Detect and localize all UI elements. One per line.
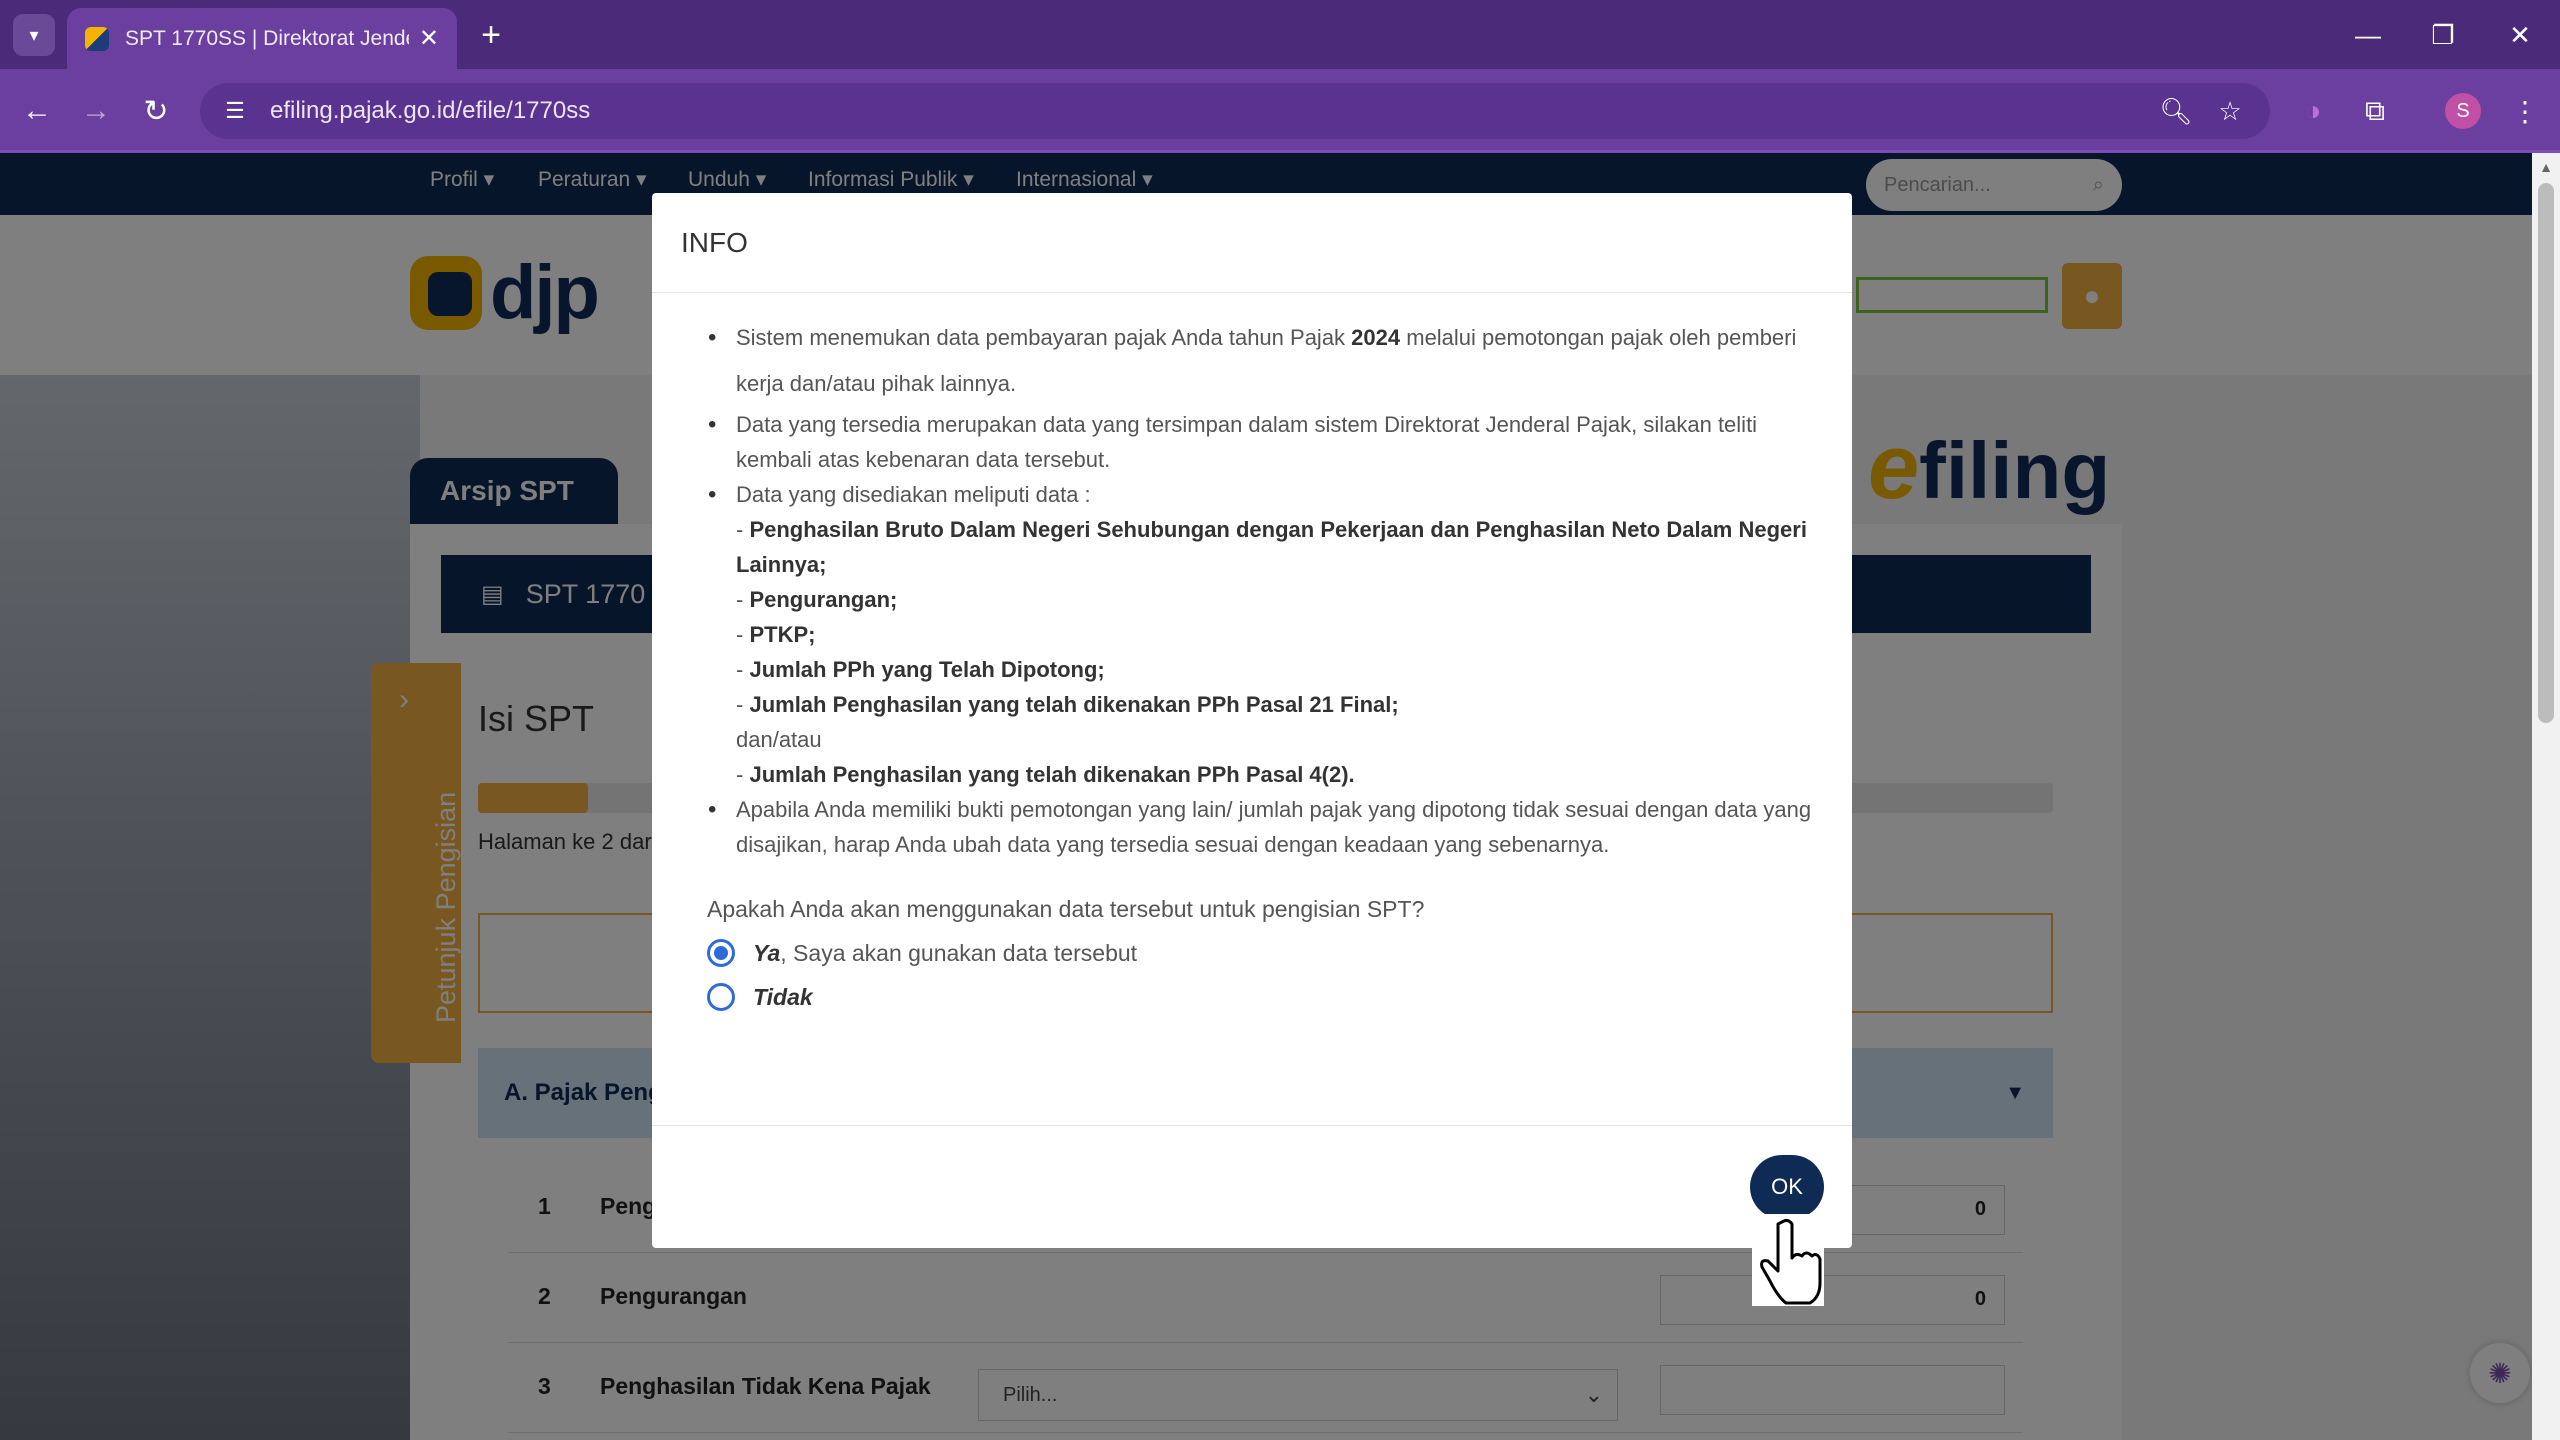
- reload-icon[interactable]: ↻: [133, 88, 179, 134]
- list-item: Data yang disediakan meliputi data : - P…: [702, 477, 1812, 792]
- ok-button[interactable]: OK: [1750, 1155, 1824, 1219]
- data-item: - Jumlah Penghasilan yang telah dikenaka…: [736, 692, 1399, 717]
- back-arrow-icon[interactable]: ←: [14, 88, 60, 134]
- browser-tab-active[interactable]: SPT 1770SS | Direktorat Jenderal ✕: [67, 8, 457, 69]
- hand-cursor-icon: [1752, 1214, 1824, 1306]
- data-item: - Penghasilan Bruto Dalam Negeri Sehubun…: [736, 517, 1807, 577]
- radio-ya[interactable]: [707, 939, 735, 967]
- browser-toolbar: ← → ↻ ☰ efiling.pajak.go.id/efile/1770ss…: [0, 69, 2560, 152]
- modal-body: Sistem menemukan data pembayaran pajak A…: [652, 293, 1852, 1011]
- info-list: Sistem menemukan data pembayaran pajak A…: [702, 315, 1812, 862]
- bullet4-text: Apabila Anda memiliki bukti pemotongan y…: [736, 797, 1812, 857]
- tab-search-chevron-icon[interactable]: ▾: [13, 14, 55, 56]
- address-bar[interactable]: ☰ efiling.pajak.go.id/efile/1770ss 🔍︎ ☆: [200, 83, 2270, 139]
- restore-icon[interactable]: ❐: [2421, 14, 2465, 56]
- new-tab-plus-icon[interactable]: +: [470, 14, 512, 56]
- modal-title: INFO: [681, 226, 748, 258]
- list-item: Data yang tersedia merupakan data yang t…: [702, 407, 1812, 477]
- data-item: - PTKP;: [736, 622, 816, 647]
- tax-year: 2024: [1351, 325, 1401, 350]
- tab-title: SPT 1770SS | Direktorat Jenderal: [125, 26, 409, 50]
- minimize-icon[interactable]: —: [2346, 14, 2390, 56]
- modal-footer: OK: [652, 1125, 1852, 1248]
- site-info-icon[interactable]: ☰: [218, 94, 252, 128]
- forward-arrow-icon[interactable]: →: [73, 88, 119, 134]
- bullet1-text-a: Sistem menemukan data pembayaran pajak A…: [736, 325, 1352, 350]
- scroll-up-arrow-icon[interactable]: ▲: [2532, 153, 2560, 181]
- info-modal: INFO Sistem menemukan data pembayaran pa…: [652, 193, 1852, 1248]
- bookmark-star-icon[interactable]: ☆: [2208, 89, 2252, 133]
- tab-close-icon[interactable]: ✕: [419, 24, 439, 53]
- option-ya[interactable]: Ya, Saya akan gunakan data tersebut: [702, 939, 1812, 967]
- data-item: - Jumlah PPh yang Telah Dipotong;: [736, 657, 1105, 682]
- option-ya-label: Ya, Saya akan gunakan data tersebut: [753, 939, 1138, 966]
- option-tidak-label: Tidak: [753, 983, 813, 1010]
- window-close-icon[interactable]: ✕: [2498, 14, 2542, 56]
- extensions-puzzle-icon[interactable]: ⧉: [2352, 88, 2398, 134]
- bullet2-text: Data yang tersedia merupakan data yang t…: [736, 412, 1758, 472]
- list-item: Sistem menemukan data pembayaran pajak A…: [702, 315, 1812, 407]
- danatau-text: dan/atau: [736, 727, 822, 752]
- zoom-icon[interactable]: 🔍︎: [2154, 89, 2198, 133]
- data-item: - Jumlah Penghasilan yang telah dikenaka…: [736, 762, 1355, 787]
- question-text: Apakah Anda akan menggunakan data terseb…: [707, 896, 1425, 922]
- browser-tab-bar: ▾ SPT 1770SS | Direktorat Jenderal ✕ + —…: [0, 0, 2560, 69]
- url-text[interactable]: efiling.pajak.go.id/efile/1770ss: [270, 97, 2144, 125]
- profile-avatar[interactable]: S: [2445, 93, 2481, 129]
- menu-kebab-icon[interactable]: ⋮: [2502, 88, 2548, 134]
- radio-tidak[interactable]: [707, 983, 735, 1011]
- data-item: - Pengurangan;: [736, 587, 898, 612]
- djp-favicon-icon: [85, 26, 109, 51]
- option-tidak[interactable]: Tidak: [702, 983, 1812, 1011]
- extension-gemini-icon[interactable]: ◑: [2290, 88, 2336, 134]
- modal-header: INFO: [652, 193, 1852, 293]
- bullet3-text: Data yang disediakan meliputi data :: [736, 482, 1091, 507]
- page-scrollbar[interactable]: ▲: [2532, 153, 2560, 1440]
- list-item: Apabila Anda memiliki bukti pemotongan y…: [702, 792, 1812, 862]
- scroll-thumb[interactable]: [2538, 183, 2554, 723]
